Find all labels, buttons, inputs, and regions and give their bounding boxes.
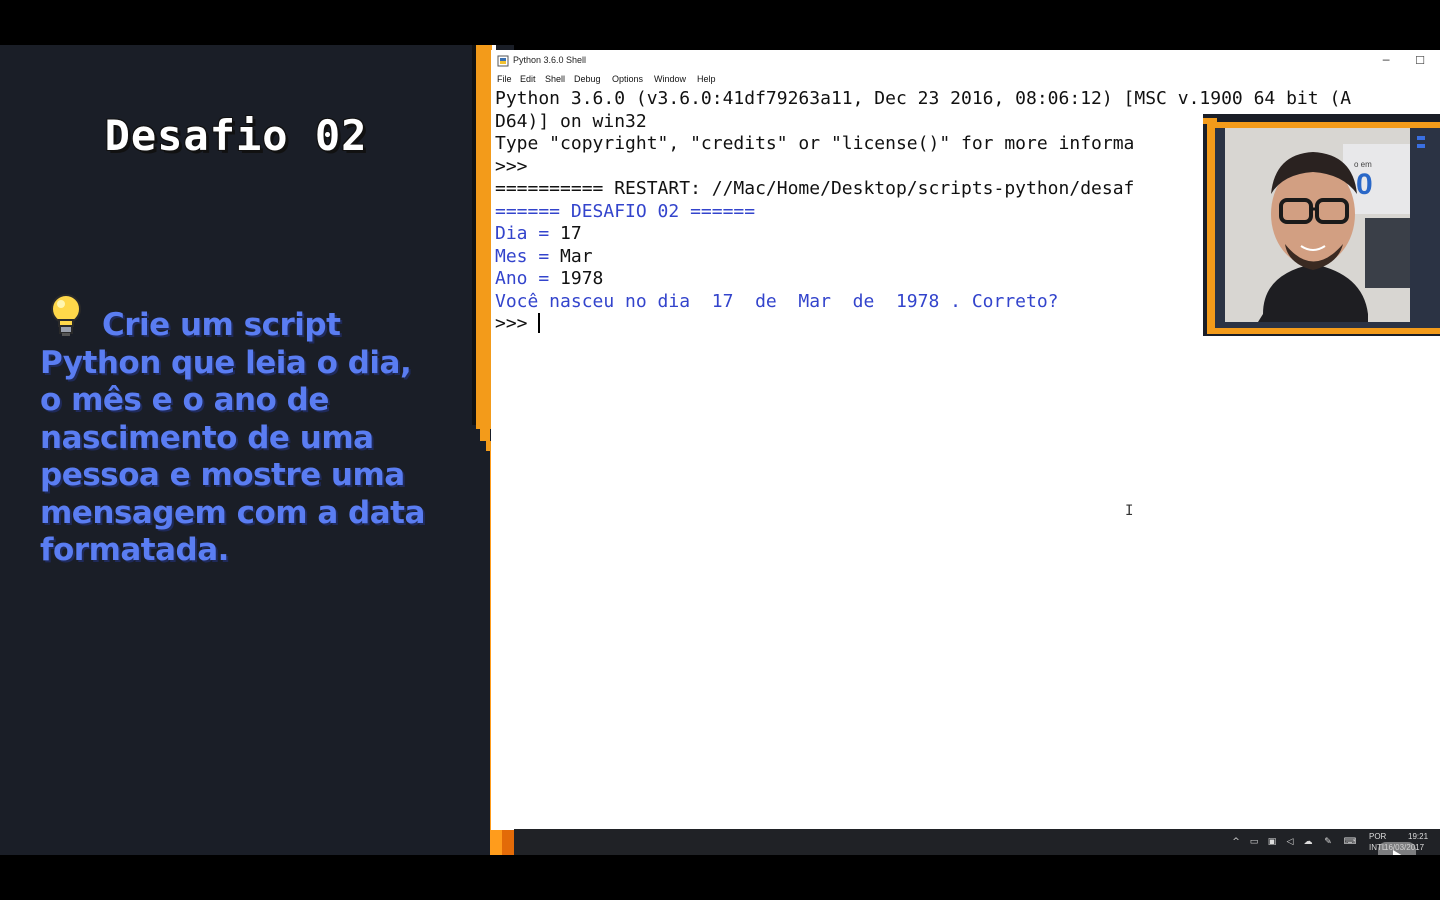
clock-time[interactable]: 19:21 bbox=[1408, 832, 1428, 841]
python-app-icon bbox=[497, 55, 509, 67]
output-line: Você nasceu no dia 17 de Mar de 1978 . C… bbox=[495, 290, 1059, 312]
volume-icon[interactable]: ◁ bbox=[1284, 837, 1296, 847]
language-indicator[interactable]: POR bbox=[1369, 832, 1386, 841]
minimize-button[interactable]: ─ bbox=[1371, 52, 1401, 70]
presenter-webcam: o em 0 bbox=[1203, 114, 1440, 336]
restart-line: ========== RESTART: //Mac/Home/Desktop/s… bbox=[495, 178, 1135, 199]
chevron-up-icon[interactable]: ^ bbox=[1230, 837, 1242, 847]
menu-help[interactable]: Help bbox=[697, 74, 716, 84]
menu-options[interactable]: Options bbox=[612, 74, 643, 84]
letterbox-bottom bbox=[0, 855, 1440, 900]
ibeam-cursor-icon: I bbox=[1125, 503, 1134, 519]
input-value: Mar bbox=[560, 245, 593, 267]
input-value: 17 bbox=[560, 223, 582, 244]
taskbar: ^ ▭ ▣ ◁ ☁ ✎ ⌨ POR INTL 19:21 16/03/2017 bbox=[514, 829, 1440, 855]
input-prompt: Mes = bbox=[495, 245, 561, 267]
text-cursor bbox=[538, 313, 541, 333]
input-prompt: Ano = bbox=[495, 268, 561, 289]
svg-text:0: 0 bbox=[1356, 168, 1373, 201]
input-value: 1978 bbox=[560, 268, 604, 289]
shell-line: ====== DESAFIO 02 ====== bbox=[495, 200, 756, 222]
input-line-mes: Mes = Mar bbox=[495, 246, 593, 269]
shell-line: Python 3.6.0 (v3.6.0:41df79263a11, Dec 2… bbox=[495, 88, 1352, 109]
keyboard-icon[interactable]: ⌨ bbox=[1342, 837, 1358, 847]
menu-window[interactable]: Window bbox=[654, 74, 686, 84]
letterbox-top bbox=[0, 0, 1440, 45]
input-prompt: Dia = bbox=[495, 223, 561, 244]
title-bar[interactable]: Python 3.6.0 Shell ─ ☐ bbox=[491, 50, 1440, 72]
prompt-text: >>> bbox=[495, 313, 539, 334]
menu-file[interactable]: File bbox=[497, 74, 512, 84]
menu-bar: File Edit Shell Debug Options Window Hel… bbox=[491, 72, 1440, 88]
cloud-icon[interactable]: ☁ bbox=[1302, 837, 1314, 847]
slide-title: Desafio 02 bbox=[104, 111, 368, 160]
slide-panel: Desafio 02 Crie um script Python que lei… bbox=[0, 45, 472, 855]
input-line-ano: Ano = 1978 bbox=[495, 268, 603, 291]
input-line-dia: Dia = 17 bbox=[495, 223, 582, 246]
battery-icon[interactable]: ▭ bbox=[1248, 837, 1260, 847]
challenge-description: Crie um script Python que leia o dia, o … bbox=[40, 307, 425, 568]
menu-edit[interactable]: Edit bbox=[520, 74, 536, 84]
active-prompt[interactable]: >>> bbox=[495, 313, 541, 336]
menu-debug[interactable]: Debug bbox=[574, 74, 601, 84]
maximize-button[interactable]: ☐ bbox=[1405, 52, 1435, 70]
network-icon[interactable]: ▣ bbox=[1266, 837, 1278, 847]
window-title: Python 3.6.0 Shell bbox=[513, 55, 587, 65]
pen-icon[interactable]: ✎ bbox=[1322, 837, 1334, 847]
shell-prompt: >>> bbox=[495, 155, 539, 177]
shell-line: Type "copyright", "credits" or "license(… bbox=[495, 133, 1135, 154]
shell-line: D64)] on win32 bbox=[495, 110, 647, 132]
menu-shell[interactable]: Shell bbox=[545, 74, 565, 84]
